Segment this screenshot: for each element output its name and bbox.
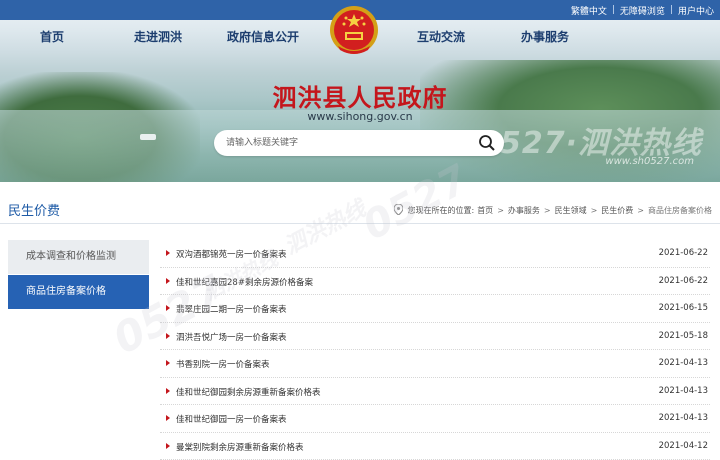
section-title: 民生价费 [8,204,61,219]
breadcrumb-current: 商品住房备案价格 [648,206,712,215]
bullet-arrow-icon [166,250,170,256]
article-date: 2021-04-13 [658,385,708,396]
breadcrumb: 您现在所在的位置: 首页 > 办事服务 > 民生领域 > 民生价费 > 商品住房… [393,203,712,217]
article-date: 2021-06-22 [658,275,708,286]
site-url: www.sihong.gov.cn [307,110,413,123]
article-date: 2021-04-13 [658,358,708,368]
list-item[interactable]: 佳和世纪御园剩余房源重新备案价格表 2021-04-13 [160,378,710,405]
top-links: 繁體中文 | 无障碍浏览 | 用户中心 [571,0,720,20]
article-title[interactable]: 佳和世纪御园一房一价备案表 [176,413,287,425]
bullet-arrow-icon [166,387,170,394]
article-title[interactable]: 佳和世纪嘉园28#剩余房源价格备案 [176,276,313,288]
nav-interact[interactable]: 互动交流 [417,28,465,45]
bullet-arrow-icon [166,360,170,366]
article-title[interactable]: 双沟酒都锦苑一房一价备案表 [176,248,287,260]
breadcrumb-arrow-icon: > [543,206,551,215]
nav-home[interactable]: 首页 [40,28,64,45]
sidebar-item-housing-price[interactable]: 商品住房备案价格 [8,275,149,309]
location-pin-icon [393,203,404,217]
separator: | [611,5,615,15]
article-list: 双沟酒都锦苑一房一价备案表 2021-06-22 佳和世纪嘉园28#剩余房源价格备案… [160,240,710,460]
separator: | [669,5,673,15]
article-title[interactable]: 曼棠别院剩余房源重新备案价格表 [176,441,304,453]
sidebar-item-cost-survey[interactable]: 成本调查和价格监测 [8,240,149,274]
list-item[interactable]: 佳和世纪御园一房一价备案表 2021-04-13 [160,405,710,433]
article-date: 2021-05-18 [658,330,708,341]
bullet-arrow-icon [166,277,170,284]
breadcrumb-livelihood[interactable]: 民生领域 [555,205,587,216]
breadcrumb-home[interactable]: 首页 [477,205,493,216]
list-item[interactable]: 双沟酒都锦苑一房一价备案表 2021-06-22 [160,240,710,268]
watermark-url: www.sh0527.com [605,156,694,167]
bullet-arrow-icon [166,305,170,311]
article-date: 2021-06-15 [658,303,708,313]
link-accessibility[interactable]: 无障碍浏览 [620,4,665,17]
list-item[interactable]: 曼棠别院剩余房源重新备案价格表 2021-04-12 [160,433,710,460]
link-user-center[interactable]: 用户中心 [678,4,714,17]
site-title: 泗洪县人民政府 [272,83,448,112]
article-title[interactable]: 佳和世纪御园剩余房源重新备案价格表 [176,386,321,398]
search-icon [479,135,495,151]
article-title[interactable]: 书香别院一房一价备案表 [176,358,270,370]
article-title[interactable]: 翡翠庄园二期一房一价备案表 [176,303,287,315]
breadcrumb-arrow-icon: > [590,206,598,215]
article-date: 2021-04-13 [658,413,708,423]
nav-service[interactable]: 办事服务 [521,28,569,45]
section-header: 民生价费 您现在所在的位置: 首页 > 办事服务 > 民生领域 > 民生价费 >… [0,196,720,224]
bullet-arrow-icon [166,332,170,339]
list-item[interactable]: 泗洪吾悦广场一房一价备案表 2021-05-18 [160,323,710,350]
article-date: 2021-06-22 [658,248,708,258]
link-traditional-chinese[interactable]: 繁體中文 [571,4,607,17]
breadcrumb-prefix: 您现在所在的位置: [407,206,475,215]
article-date: 2021-04-12 [658,440,708,451]
banner-boat [140,134,156,140]
list-item[interactable]: 翡翠庄园二期一房一价备案表 2021-06-15 [160,295,710,323]
breadcrumb-arrow-icon: > [497,206,504,215]
bullet-arrow-icon [166,415,170,421]
bullet-arrow-icon [166,442,170,449]
article-title[interactable]: 泗洪吾悦广场一房一价备案表 [176,331,287,343]
national-emblem-icon [328,4,380,58]
search-input[interactable] [226,134,466,152]
list-item[interactable]: 佳和世纪嘉园28#剩余房源价格备案 2021-06-22 [160,268,710,295]
breadcrumb-arrow-icon: > [637,206,644,215]
nav-gov-info[interactable]: 政府信息公开 [227,28,299,45]
breadcrumb-price-fee[interactable]: 民生价费 [601,205,633,216]
breadcrumb-service[interactable]: 办事服务 [508,205,540,216]
search-box [214,130,504,156]
list-item[interactable]: 书香别院一房一价备案表 2021-04-13 [160,350,710,378]
search-button[interactable] [478,134,496,152]
sidebar: 成本调查和价格监测 商品住房备案价格 [8,240,149,309]
nav-about[interactable]: 走进泗洪 [134,28,182,45]
